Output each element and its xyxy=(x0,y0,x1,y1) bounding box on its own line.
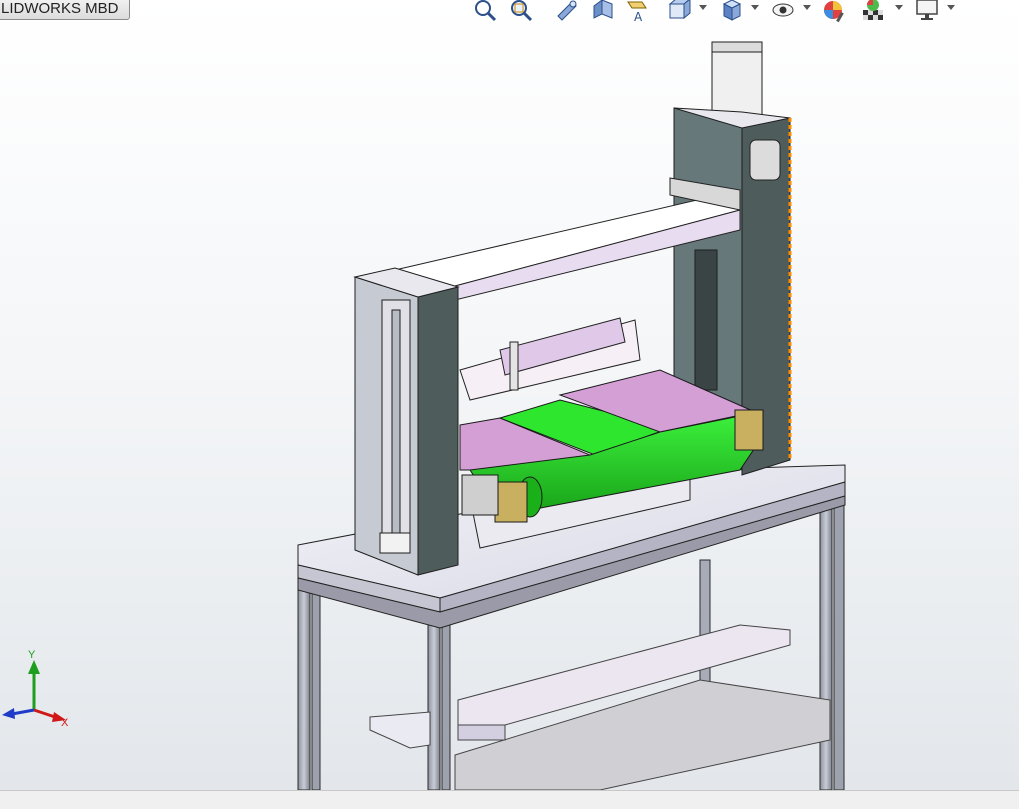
view-orientation-dropdown-icon[interactable] xyxy=(698,2,708,12)
z-axis-line xyxy=(11,708,35,716)
view-settings-icon[interactable] xyxy=(912,0,942,24)
edit-appearance-icon[interactable] xyxy=(820,0,850,24)
apply-scene-dropdown-icon[interactable] xyxy=(894,2,904,12)
view-settings-dropdown-icon[interactable] xyxy=(946,2,956,12)
previous-view-icon[interactable] xyxy=(552,0,582,24)
document-tab-label: LIDWORKS MBD xyxy=(1,0,119,17)
dynamic-annotation-views-icon[interactable]: A xyxy=(622,0,652,24)
document-tab[interactable]: LIDWORKS MBD xyxy=(0,0,130,20)
view-orientation-icon[interactable] xyxy=(664,0,694,24)
y-axis-label: Y xyxy=(28,649,36,661)
hide-show-items-icon[interactable] xyxy=(768,0,798,24)
graphics-area[interactable] xyxy=(0,0,1019,791)
display-style-dropdown-icon[interactable] xyxy=(750,2,760,12)
zoom-to-fit-icon[interactable] xyxy=(470,0,500,24)
display-style-icon[interactable] xyxy=(716,0,746,24)
y-axis-arrow xyxy=(28,660,40,674)
left-column xyxy=(353,267,460,576)
apply-scene-icon[interactable] xyxy=(858,0,888,24)
status-bar xyxy=(0,790,1019,809)
hide-show-items-dropdown-icon[interactable] xyxy=(802,2,812,12)
zoom-to-area-icon[interactable] xyxy=(506,0,536,24)
svg-text:A: A xyxy=(634,10,643,24)
x-axis-label: X xyxy=(61,717,69,728)
reference-triad[interactable]: Y X xyxy=(0,648,80,729)
z-axis-arrow xyxy=(2,708,15,719)
assembly-model[interactable] xyxy=(0,0,1019,791)
section-view-icon[interactable] xyxy=(588,0,618,24)
